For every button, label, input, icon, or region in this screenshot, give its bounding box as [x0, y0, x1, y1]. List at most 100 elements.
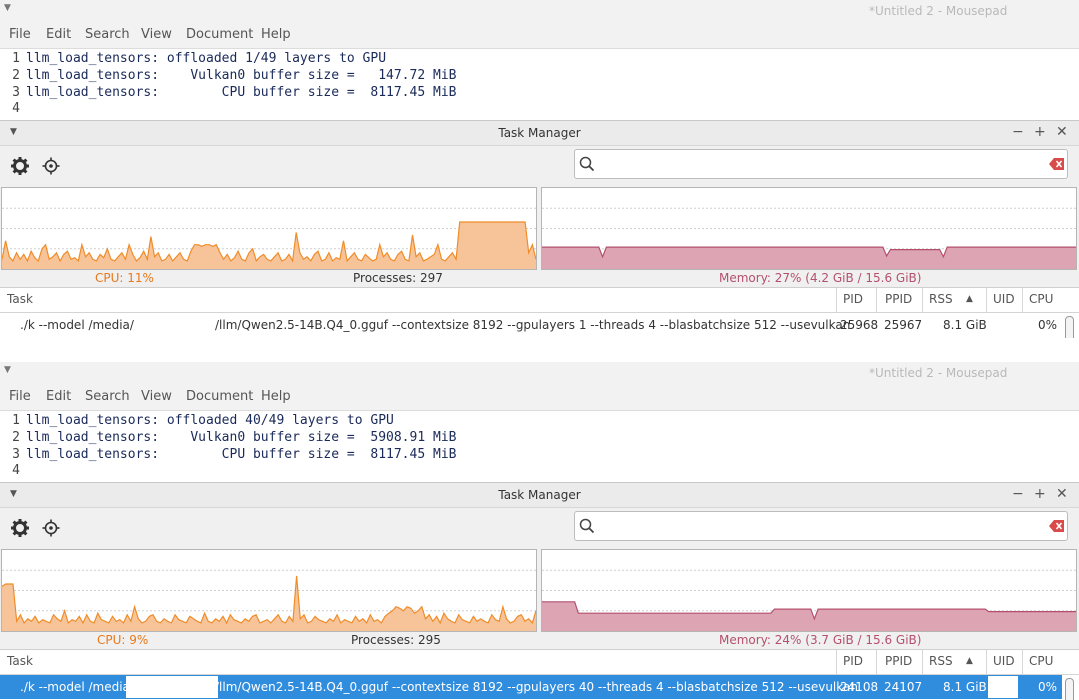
monitor-graphs: CPU: 11% Processes: 297 Memory: 27% (4.2… — [0, 186, 1079, 286]
crosshair-icon[interactable] — [41, 156, 61, 176]
search-input[interactable] — [601, 154, 1045, 176]
mousepad-menubar: File Edit Search View Document Help — [0, 384, 1079, 411]
column-pid[interactable]: PID — [843, 654, 863, 668]
ppid-cell: 24107 — [884, 680, 923, 694]
table-row[interactable]: ./k --model /media/ /llm/Qwen2.5-14B.Q4_… — [0, 675, 1062, 699]
rss-cell: 8.1 GiB — [943, 318, 987, 332]
crosshair-icon[interactable] — [41, 518, 61, 538]
column-rss[interactable]: RSS — [929, 292, 953, 306]
process-table: Task PID PPID RSS ▲ UID CPU ./k --model … — [0, 649, 1079, 700]
graph-area — [542, 247, 1076, 269]
search-icon — [579, 518, 595, 534]
menu-document[interactable]: Document — [186, 389, 253, 404]
table-header: Task PID PPID RSS ▲ UID CPU — [0, 288, 1079, 313]
scrollbar[interactable] — [1062, 675, 1076, 700]
menu-search[interactable]: Search — [85, 389, 130, 404]
column-uid[interactable]: UID — [993, 654, 1015, 668]
scrollbar-thumb[interactable] — [1065, 678, 1074, 700]
column-cpu[interactable]: CPU — [1029, 292, 1053, 306]
column-ppid[interactable]: PPID — [885, 292, 912, 306]
table-header: Task PID PPID RSS ▲ UID CPU — [0, 650, 1079, 675]
column-uid[interactable]: UID — [993, 292, 1015, 306]
menu-document[interactable]: Document — [186, 27, 253, 42]
column-cpu[interactable]: CPU — [1029, 654, 1053, 668]
minimize-icon[interactable]: − — [1012, 486, 1024, 502]
column-separator — [836, 650, 837, 674]
menu-view[interactable]: View — [141, 389, 172, 404]
column-separator — [922, 650, 923, 674]
column-separator — [1022, 288, 1023, 312]
scrollbar[interactable] — [1062, 313, 1076, 338]
line-text[interactable]: llm_load_tensors: offloaded 40/49 layers… — [26, 412, 394, 429]
menu-edit[interactable]: Edit — [46, 27, 71, 42]
line-number: 3 — [12, 85, 20, 100]
menu-file[interactable]: File — [9, 389, 31, 404]
task-name-start: ./k --model /media/ — [20, 318, 134, 332]
task-manager-titlebar: ▼ Task Manager − + ✕ — [0, 483, 1079, 508]
processes-label: Processes: 295 — [351, 633, 441, 647]
clear-search-icon[interactable] — [1049, 519, 1065, 533]
window-title: *Untitled 2 - Mousepad — [869, 4, 1008, 18]
text-editor[interactable]: 1 llm_load_tensors: offloaded 40/49 layer… — [0, 411, 1079, 525]
line-number: 2 — [12, 68, 20, 83]
search-box[interactable] — [574, 149, 1068, 179]
cpu-history-chart — [2, 569, 536, 631]
line-text[interactable]: llm_load_tensors: Vulkan0 buffer size = … — [26, 67, 456, 84]
close-icon[interactable]: ✕ — [1056, 124, 1068, 140]
search-box[interactable] — [574, 511, 1068, 541]
panel-gap — [0, 338, 1079, 362]
gear-icon[interactable] — [10, 518, 30, 538]
cpu-cell: 0% — [1038, 318, 1058, 332]
editor-line: 2 llm_load_tensors: Vulkan0 buffer size =… — [0, 429, 1079, 446]
redacted-area — [988, 676, 1018, 698]
minimize-icon[interactable]: − — [1012, 124, 1024, 140]
sort-ascending-icon: ▲ — [966, 294, 973, 304]
editor-line: 1 llm_load_tensors: offloaded 40/49 layer… — [0, 412, 1079, 429]
cpu-label: CPU: 11% — [95, 271, 154, 285]
column-task[interactable]: Task — [7, 292, 33, 306]
menu-file[interactable]: File — [9, 27, 31, 42]
text-editor[interactable]: 1 llm_load_tensors: offloaded 1/49 layers… — [0, 49, 1079, 163]
search-input[interactable] — [601, 516, 1045, 538]
line-text[interactable]: llm_load_tensors: offloaded 1/49 layers … — [26, 50, 386, 67]
window-menu-icon[interactable]: ▼ — [4, 3, 11, 13]
task-manager-titlebar: ▼ Task Manager − + ✕ — [0, 121, 1079, 146]
column-pid[interactable]: PID — [843, 292, 863, 306]
close-icon[interactable]: ✕ — [1056, 486, 1068, 502]
menu-help[interactable]: Help — [261, 27, 291, 42]
menu-help[interactable]: Help — [261, 389, 291, 404]
column-separator — [1022, 650, 1023, 674]
editor-line: 1 llm_load_tensors: offloaded 1/49 layers… — [0, 50, 1079, 67]
table-row[interactable]: ./k --model /media/ /llm/Qwen2.5-14B.Q4_… — [0, 313, 1062, 337]
process-table: Task PID PPID RSS ▲ UID CPU ./k --model … — [0, 287, 1079, 338]
window-menu-icon[interactable]: ▼ — [4, 365, 11, 375]
menu-view[interactable]: View — [141, 27, 172, 42]
graph-line — [2, 575, 536, 625]
column-rss[interactable]: RSS — [929, 654, 953, 668]
column-ppid[interactable]: PPID — [885, 654, 912, 668]
line-number: 1 — [12, 51, 20, 66]
memory-graph — [541, 549, 1077, 632]
memory-history-chart — [542, 569, 1076, 631]
menu-search[interactable]: Search — [85, 27, 130, 42]
line-text[interactable]: llm_load_tensors: CPU buffer size = 8117… — [26, 446, 456, 463]
task-manager-window: ▼ Task Manager − + ✕ — [0, 482, 1079, 700]
cpu-cell: 0% — [1038, 680, 1058, 694]
screenshot-panel-bottom: ▼ *Untitled 2 - Mousepad File Edit Searc… — [0, 362, 1079, 700]
line-number: 1 — [12, 413, 20, 428]
line-text[interactable]: llm_load_tensors: CPU buffer size = 8117… — [26, 84, 456, 101]
memory-label: Memory: 24% (3.7 GiB / 15.6 GiB) — [719, 633, 922, 647]
pid-cell: 24108 — [840, 680, 879, 694]
processes-label: Processes: 297 — [353, 271, 443, 285]
menu-edit[interactable]: Edit — [46, 389, 71, 404]
clear-search-icon[interactable] — [1049, 157, 1065, 171]
scrollbar-thumb[interactable] — [1065, 316, 1074, 338]
maximize-icon[interactable]: + — [1034, 486, 1046, 502]
gear-icon[interactable] — [10, 156, 30, 176]
column-task[interactable]: Task — [7, 654, 33, 668]
graph-area — [2, 575, 536, 631]
maximize-icon[interactable]: + — [1034, 124, 1046, 140]
screenshot-panel-top: ▼ *Untitled 2 - Mousepad File Edit Searc… — [0, 0, 1079, 338]
search-icon — [579, 156, 595, 172]
line-text[interactable]: llm_load_tensors: Vulkan0 buffer size = … — [26, 429, 456, 446]
